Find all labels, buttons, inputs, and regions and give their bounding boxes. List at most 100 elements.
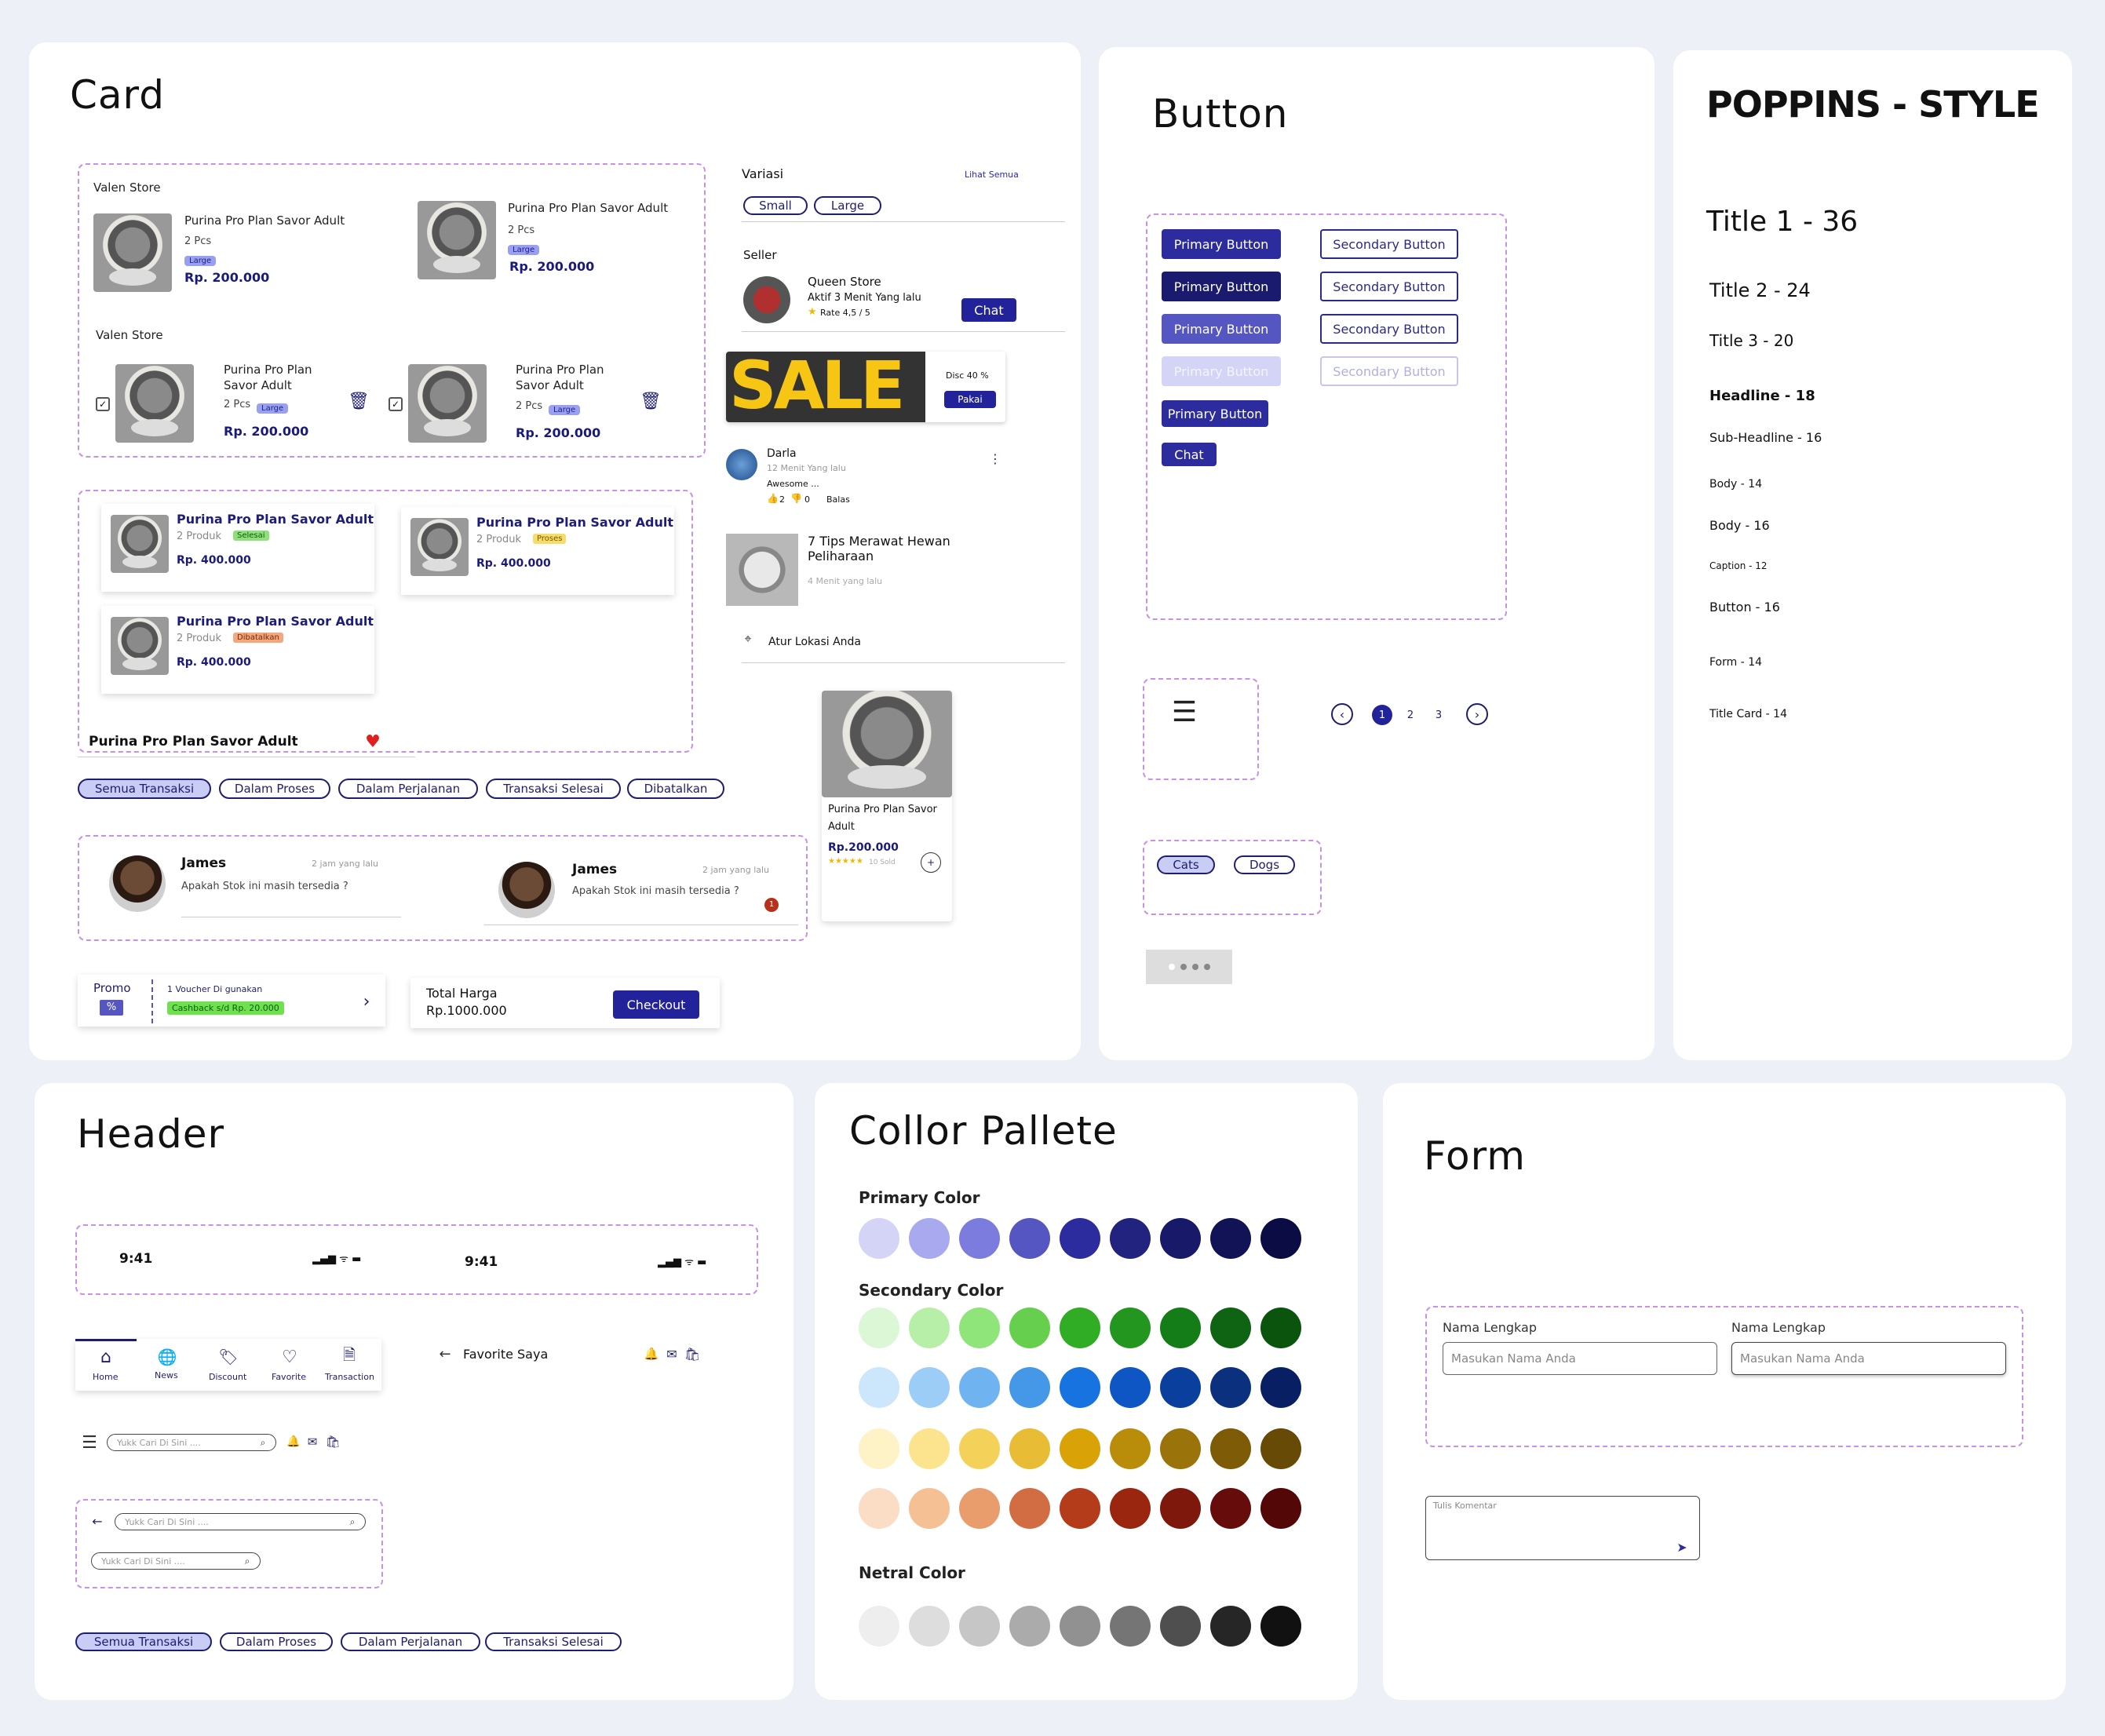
palette-title: Collor Pallete xyxy=(849,1108,1118,1154)
tab-proses[interactable]: Dalam Proses xyxy=(219,779,330,799)
color-swatch xyxy=(1160,1428,1201,1469)
secondary-button-disabled[interactable]: Secondary Button xyxy=(1320,356,1458,386)
checkbox[interactable]: ✓ xyxy=(96,397,110,411)
primary-button-small[interactable]: Primary Button xyxy=(1162,400,1268,427)
promo-voucher: 1 Voucher Di gunakan xyxy=(167,984,263,994)
name-input[interactable]: Masukan Nama Anda xyxy=(1443,1342,1717,1375)
mail-icon[interactable]: ✉ xyxy=(305,1433,320,1450)
bell-icon[interactable]: 🔔 xyxy=(286,1433,301,1450)
nav-home[interactable]: Home xyxy=(93,1372,118,1382)
comment-text: Awesome ... xyxy=(767,479,819,489)
chevron-right-icon[interactable]: › xyxy=(359,992,374,1012)
primary-button-disabled[interactable]: Primary Button xyxy=(1162,356,1281,386)
bell-icon[interactable]: 🔔 xyxy=(644,1345,659,1362)
tab-perjalanan[interactable]: Dalam Perjalanan xyxy=(341,1632,480,1651)
chip-cats[interactable]: Cats xyxy=(1157,855,1215,874)
chat-button[interactable]: Chat xyxy=(1162,443,1217,466)
secondary-button-hover[interactable]: Secondary Button xyxy=(1320,314,1458,344)
color-swatch xyxy=(959,1606,1000,1647)
dislike-icon[interactable]: 👎 xyxy=(790,493,802,504)
cart-icon[interactable]: 🛍 xyxy=(325,1433,341,1450)
primary-button-pressed[interactable]: Primary Button xyxy=(1162,272,1281,301)
style-title-2: Title 2 - 24 xyxy=(1709,279,1811,301)
nav-news[interactable]: News xyxy=(155,1370,178,1380)
next-page-icon[interactable]: › xyxy=(1466,703,1488,725)
tab-perjalanan[interactable]: Dalam Perjalanan xyxy=(338,779,478,799)
search-icon[interactable]: ⌕ xyxy=(345,1515,359,1529)
home-icon[interactable]: ⌂ xyxy=(96,1347,116,1367)
mail-icon[interactable]: ✉ xyxy=(664,1345,680,1362)
favorite-page-title: Favorite Saya xyxy=(463,1347,549,1362)
checkout-button[interactable]: Checkout xyxy=(613,990,699,1019)
search-icon[interactable]: ⌕ xyxy=(240,1554,254,1568)
cashback-badge: Cashback s/d Rp. 20.000 xyxy=(167,1001,284,1015)
tab-semua[interactable]: Semua Transaksi xyxy=(75,1632,212,1651)
primary-button[interactable]: Primary Button xyxy=(1162,229,1281,259)
page-2[interactable]: 2 xyxy=(1400,705,1421,725)
chat-button[interactable]: Chat xyxy=(961,298,1016,322)
tab-selesai[interactable]: Transaksi Selesai xyxy=(486,779,621,799)
back-arrow-icon[interactable]: ← xyxy=(89,1513,105,1529)
heart-icon[interactable]: ♥ xyxy=(363,731,383,752)
size-badge: Large xyxy=(549,405,581,415)
prev-page-icon[interactable]: ‹ xyxy=(1331,703,1353,725)
add-cart-icon[interactable]: + xyxy=(921,852,941,873)
status-icons: ▂▄▆ ᯤ ▬ xyxy=(658,1256,707,1268)
page-3[interactable]: 3 xyxy=(1428,705,1449,725)
chat-time: 2 jam yang lalu xyxy=(312,859,379,869)
sale-banner[interactable]: SALE xyxy=(726,352,1005,422)
style-form: Form - 14 xyxy=(1709,656,1763,669)
chat-message: Apakah Stok ini masih tersedia ? xyxy=(572,885,739,897)
tab-proses[interactable]: Dalam Proses xyxy=(220,1632,333,1651)
menu-icon[interactable]: ☰ xyxy=(78,1433,100,1453)
color-swatch xyxy=(859,1307,899,1348)
secondary-button-pressed[interactable]: Secondary Button xyxy=(1320,272,1458,301)
search-input[interactable]: Yukk Cari Di Sini .... xyxy=(107,1434,276,1451)
reply-link[interactable]: Balas xyxy=(826,494,850,505)
filter-icon[interactable]: ☰ xyxy=(1157,692,1212,731)
dot xyxy=(1191,964,1198,970)
variant-small[interactable]: Small xyxy=(743,196,808,215)
tag-icon[interactable]: 🏷 xyxy=(218,1347,239,1367)
trash-icon[interactable]: 🗑 xyxy=(640,391,662,411)
color-swatch xyxy=(1210,1218,1251,1259)
yellow-color-row xyxy=(859,1428,1330,1469)
tab-dibatalkan[interactable]: Dibatalkan xyxy=(627,779,724,799)
tab-semua[interactable]: Semua Transaksi xyxy=(78,779,211,799)
location-text[interactable]: Atur Lokasi Anda xyxy=(768,636,861,648)
cart-icon[interactable]: 🛍 xyxy=(684,1345,700,1362)
back-arrow-icon[interactable]: ← xyxy=(436,1345,454,1362)
search-icon[interactable]: ⌕ xyxy=(256,1435,270,1450)
more-icon[interactable]: ⋮ xyxy=(989,450,1001,466)
trash-icon[interactable]: 🗑 xyxy=(348,391,370,411)
product-name-line1: Purina Pro Plan xyxy=(224,363,312,377)
search-input[interactable]: Yukk Cari Di Sini .... xyxy=(115,1513,366,1530)
document-icon[interactable]: 🗎 xyxy=(339,1345,359,1367)
heart-icon[interactable]: ♡ xyxy=(279,1347,300,1367)
send-icon[interactable]: ➤ xyxy=(1673,1538,1691,1555)
nav-favorite[interactable]: Favorite xyxy=(272,1372,306,1382)
use-button[interactable]: Pakai xyxy=(944,391,996,408)
name-input-focused[interactable]: Masukan Nama Anda xyxy=(1731,1342,2006,1375)
header-title: Header xyxy=(77,1111,225,1157)
avatar xyxy=(498,862,555,918)
see-all-link[interactable]: Lihat Semua xyxy=(965,170,1019,180)
like-icon[interactable]: 👍 xyxy=(767,493,779,504)
search-input[interactable]: Yukk Cari Di Sini .... xyxy=(91,1552,261,1570)
variant-large[interactable]: Large xyxy=(814,196,881,215)
checkbox[interactable]: ✓ xyxy=(389,397,403,411)
order-price: Rp. 400.000 xyxy=(177,554,251,567)
style-body-14: Body - 14 xyxy=(1709,478,1763,491)
dot xyxy=(1180,964,1187,970)
nav-transaction[interactable]: Transaction xyxy=(325,1372,374,1382)
color-swatch xyxy=(1260,1367,1301,1408)
color-swatch xyxy=(859,1606,899,1647)
page-1[interactable]: 1 xyxy=(1372,705,1392,725)
nav-discount[interactable]: Discount xyxy=(209,1372,246,1382)
tab-selesai[interactable]: Transaksi Selesai xyxy=(485,1632,622,1651)
product-qty: 2 Pcs xyxy=(516,400,543,412)
primary-button-hover[interactable]: Primary Button xyxy=(1162,314,1281,344)
secondary-button[interactable]: Secondary Button xyxy=(1320,229,1458,259)
globe-icon[interactable]: 🌐 xyxy=(157,1347,177,1367)
chip-dogs[interactable]: Dogs xyxy=(1234,855,1295,874)
